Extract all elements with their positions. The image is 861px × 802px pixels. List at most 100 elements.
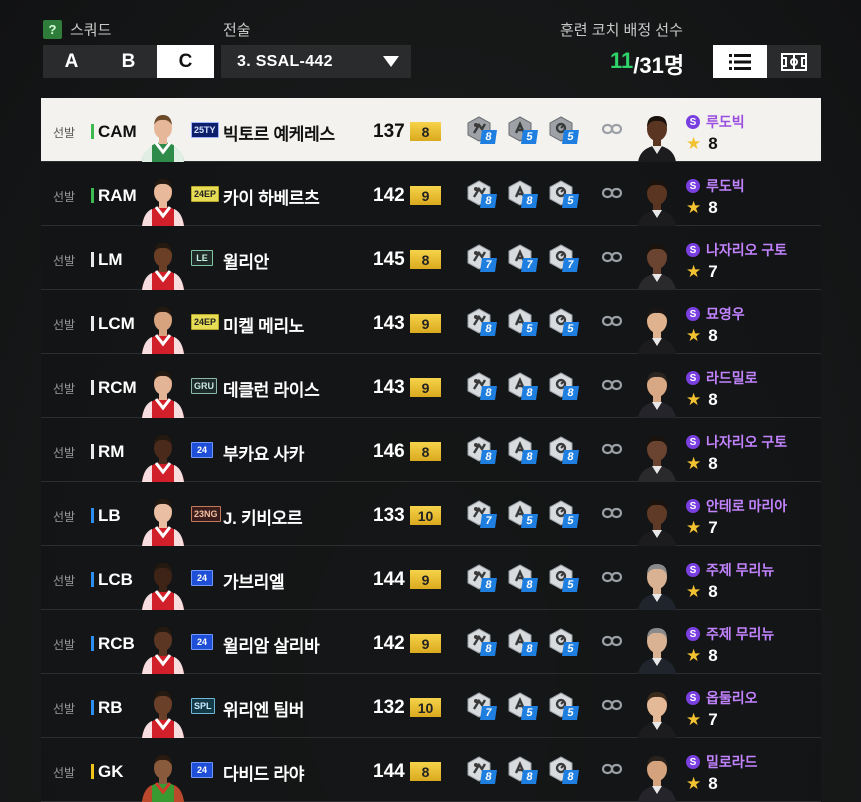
- trait-icon[interactable]: 8: [466, 564, 497, 592]
- trait-level: 7: [480, 258, 497, 272]
- list-view-button[interactable]: [713, 45, 767, 78]
- star-icon: ★: [686, 326, 702, 345]
- trait-icon[interactable]: 5: [548, 628, 579, 656]
- trait-icon[interactable]: 5: [507, 116, 538, 144]
- assigned-count-total: /31명: [633, 53, 685, 78]
- trait-level: 8: [521, 770, 538, 784]
- trait-icon[interactable]: 7: [466, 244, 497, 272]
- coach-info[interactable]: S 루도빅 ★ 8: [686, 112, 745, 154]
- player-name[interactable]: 윌리암 살리바: [223, 632, 320, 657]
- coach-name: 나자리오 구토: [706, 434, 788, 450]
- player-status: 선발: [53, 510, 76, 524]
- assigned-count: 11 /31명: [610, 48, 684, 80]
- trait-icon[interactable]: 8: [466, 116, 497, 144]
- trait-icon[interactable]: 5: [548, 500, 579, 528]
- link-icon[interactable]: [601, 442, 623, 456]
- trait-icon[interactable]: 5: [507, 500, 538, 528]
- player-row[interactable]: 선발 LCB 24 가브리엘 144 9 8 8 5 S 주제 무리뉴 ★ 8: [41, 546, 821, 610]
- player-name[interactable]: 데클런 라이스: [223, 376, 320, 401]
- link-icon[interactable]: [601, 186, 623, 200]
- player-row[interactable]: 선발 RAM 24EP 카이 하베르츠 142 9 8 8 5 S 루도빅 ★ …: [41, 162, 821, 226]
- trait-icon[interactable]: 8: [466, 180, 497, 208]
- squad-tab-b[interactable]: B: [100, 45, 157, 78]
- trait-icon[interactable]: 8: [507, 564, 538, 592]
- coach-info[interactable]: S 주제 무리뉴 ★ 8: [686, 624, 774, 666]
- link-icon[interactable]: [601, 506, 623, 520]
- trait-icon[interactable]: 7: [466, 692, 497, 720]
- star-icon: ★: [686, 710, 702, 729]
- player-avatar: [138, 492, 188, 546]
- player-name[interactable]: 미켈 메리노: [223, 312, 304, 337]
- trait-icon[interactable]: 5: [548, 180, 579, 208]
- player-status: 선발: [53, 382, 76, 396]
- link-icon[interactable]: [601, 634, 623, 648]
- player-ovr: 144: [373, 761, 405, 782]
- trait-level: 7: [562, 258, 579, 272]
- player-name[interactable]: 다비드 라야: [223, 760, 304, 785]
- player-name[interactable]: 카이 하베르츠: [223, 184, 320, 209]
- player-row[interactable]: 선발 LM LE 윌리안 145 8 7 7 7 S 나자리오 구토 ★ 7: [41, 226, 821, 290]
- trait-icon[interactable]: 8: [507, 756, 538, 784]
- trait-icon[interactable]: 7: [548, 244, 579, 272]
- player-name[interactable]: 빅토르 예케레스: [223, 120, 335, 145]
- player-row[interactable]: 선발 LB 23NG J. 키비오르 133 10 7 5 5 S 안테로 마리…: [41, 482, 821, 546]
- link-icon[interactable]: [601, 314, 623, 328]
- player-row[interactable]: 선발 CAM 25TY 빅토르 예케레스 137 8 8 5 5 S 루도빅 ★…: [41, 98, 821, 162]
- trait-icon[interactable]: 8: [466, 372, 497, 400]
- coach-info[interactable]: S 묘영우 ★ 8: [686, 304, 745, 346]
- link-icon[interactable]: [601, 378, 623, 392]
- trait-icon[interactable]: 7: [507, 244, 538, 272]
- trait-icon[interactable]: 8: [507, 628, 538, 656]
- player-status: 선발: [53, 702, 76, 716]
- player-name[interactable]: 부카요 사카: [223, 440, 304, 465]
- trait-icon[interactable]: 8: [507, 436, 538, 464]
- player-row[interactable]: 선발 RM 24 부카요 사카 146 8 8 8 8 S 나자리오 구토 ★ …: [41, 418, 821, 482]
- coach-info[interactable]: S 라드밀로 ★ 8: [686, 368, 758, 410]
- coach-info[interactable]: S 밀로라드 ★ 8: [686, 752, 758, 794]
- trait-icon[interactable]: 8: [466, 308, 497, 336]
- star-icon: ★: [686, 134, 702, 153]
- coach-info[interactable]: S 나자리오 구토 ★ 8: [686, 432, 787, 474]
- player-name[interactable]: 가브리엘: [223, 568, 285, 593]
- formation-view-button[interactable]: [767, 45, 821, 78]
- link-icon[interactable]: [601, 698, 623, 712]
- coach-info[interactable]: S 옵둘리오 ★ 7: [686, 688, 758, 730]
- trait-icon[interactable]: 7: [466, 500, 497, 528]
- link-icon[interactable]: [601, 250, 623, 264]
- link-icon[interactable]: [601, 762, 623, 776]
- trait-icon[interactable]: 8: [466, 628, 497, 656]
- trait-icon[interactable]: 8: [507, 180, 538, 208]
- player-name[interactable]: 위리엔 팀버: [223, 696, 304, 721]
- trait-icon[interactable]: 8: [548, 756, 579, 784]
- player-row[interactable]: 선발 RB SPL 위리엔 팀버 132 10 7 5 5 S 옵둘리오 ★ 7: [41, 674, 821, 738]
- dropdown-arrow-icon: [383, 56, 399, 67]
- squad-tab-c[interactable]: C: [157, 45, 214, 78]
- trait-level: 5: [562, 642, 579, 656]
- help-icon[interactable]: ?: [43, 20, 62, 39]
- trait-icon[interactable]: 8: [466, 756, 497, 784]
- player-row[interactable]: 선발 RCB 24 윌리암 살리바 142 9 8 8 5 S 주제 무리뉴 ★…: [41, 610, 821, 674]
- trait-icon[interactable]: 5: [548, 564, 579, 592]
- trait-icon[interactable]: 8: [548, 436, 579, 464]
- trait-icon[interactable]: 5: [507, 692, 538, 720]
- coach-info[interactable]: S 나자리오 구토 ★ 7: [686, 240, 787, 282]
- player-row[interactable]: 선발 LCM 24EP 미켈 메리노 143 9 8 5 5 S 묘영우 ★ 8: [41, 290, 821, 354]
- trait-icon[interactable]: 8: [466, 436, 497, 464]
- coach-info[interactable]: S 안테로 마리아 ★ 7: [686, 496, 787, 538]
- tactic-dropdown[interactable]: 3. SSAL-442: [221, 45, 411, 78]
- trait-icon[interactable]: 8: [548, 372, 579, 400]
- trait-icon[interactable]: 5: [548, 308, 579, 336]
- link-icon[interactable]: [601, 122, 623, 136]
- squad-tab-a[interactable]: A: [43, 45, 100, 78]
- coach-info[interactable]: S 루도빅 ★ 8: [686, 176, 745, 218]
- player-name[interactable]: 윌리안: [223, 248, 269, 273]
- trait-icon[interactable]: 5: [548, 116, 579, 144]
- player-name[interactable]: J. 키비오르: [223, 504, 303, 529]
- trait-icon[interactable]: 8: [507, 372, 538, 400]
- link-icon[interactable]: [601, 570, 623, 584]
- player-row[interactable]: 선발 RCM GRU 데클런 라이스 143 9 8 8 8 S 라드밀로 ★ …: [41, 354, 821, 418]
- coach-info[interactable]: S 주제 무리뉴 ★ 8: [686, 560, 774, 602]
- trait-icon[interactable]: 5: [507, 308, 538, 336]
- player-row[interactable]: 선발 GK 24 다비드 라야 144 8 8 8 8 S 밀로라드 ★ 8: [41, 738, 821, 802]
- trait-icon[interactable]: 5: [548, 692, 579, 720]
